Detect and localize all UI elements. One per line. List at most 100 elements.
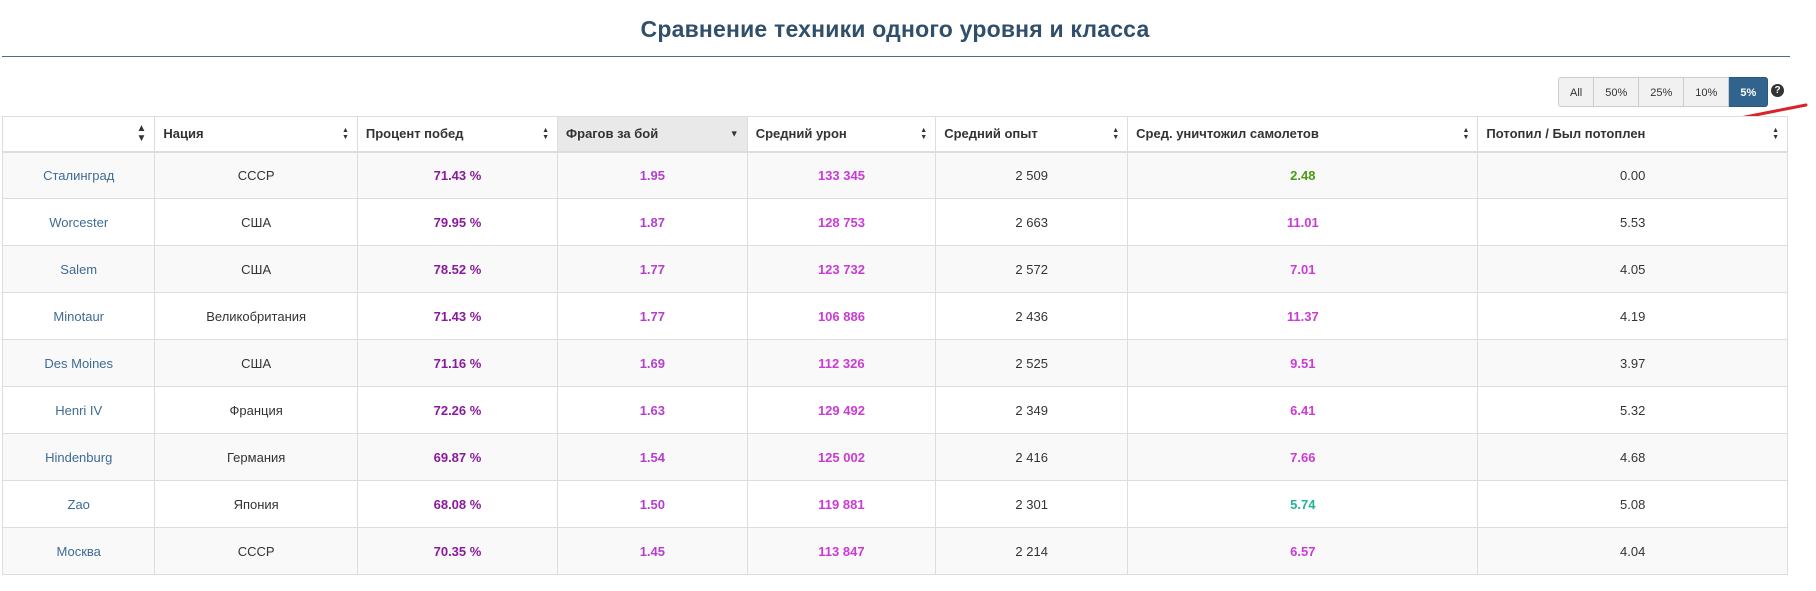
xp-cell: 2 214: [1015, 543, 1048, 559]
column-header-label: Нация: [163, 126, 204, 142]
damage-cell: 128 753: [817, 214, 865, 230]
kd-cell: 4.05: [1620, 261, 1646, 277]
winrate-cell: 69.87 %: [433, 449, 482, 465]
ship-name-link[interactable]: Москва: [57, 544, 101, 559]
frags-cell: 1.54: [557, 433, 748, 481]
damage-cell: 112 326: [746, 339, 937, 387]
damage-cell: 106 886: [817, 308, 865, 324]
xp-cell: 2 436: [1015, 308, 1048, 324]
kd-cell: 3.97: [1620, 355, 1646, 371]
frags-cell: 1.69: [557, 339, 748, 387]
ship-name-link[interactable]: Minotaur: [53, 309, 104, 324]
frags-cell: 1.50: [639, 496, 666, 512]
column-header-ship[interactable]: ▲ ▼: [1, 116, 156, 153]
filter-button-all[interactable]: All: [1558, 77, 1595, 107]
ship-name-cell: Henri IV: [1, 386, 156, 434]
planes-cell: 6.57: [1127, 527, 1479, 575]
column-header-label: Сред. уничтожил самолетов: [1136, 126, 1319, 142]
winrate-cell: 71.43 %: [356, 151, 559, 199]
column-header-winrate[interactable]: Процент побед ▲ ▼: [356, 116, 559, 153]
ship-name-cell: Salem: [1, 245, 156, 293]
ship-name-cell: Des Moines: [1, 339, 156, 387]
ship-name-link[interactable]: Сталинград: [43, 168, 114, 183]
xp-cell: 2 349: [1015, 402, 1048, 418]
ship-name-link[interactable]: Henri IV: [55, 403, 102, 418]
winrate-cell: 79.95 %: [433, 214, 482, 230]
ship-name-link[interactable]: Hindenburg: [45, 450, 112, 465]
xp-cell: 2 509: [1015, 167, 1048, 183]
winrate-cell: 72.26 %: [356, 386, 559, 434]
damage-cell: 113 847: [818, 543, 865, 559]
sort-icon: ▲ ▼: [1462, 126, 1470, 141]
planes-cell: 2.48: [1127, 151, 1479, 199]
ship-name-cell: Zao: [1, 480, 156, 528]
kd-cell: 5.53: [1477, 198, 1788, 246]
table-row: Des Moines США 71.16 % 1.69 112 326 2 525 9.51…: [1, 339, 1788, 387]
damage-cell: 123 732: [817, 261, 865, 277]
nation-cell: Германия: [227, 449, 286, 465]
planes-cell: 7.01: [1290, 261, 1316, 277]
column-header-frags[interactable]: Фрагов за бой ▼: [557, 116, 748, 153]
winrate-cell: 68.08 %: [356, 480, 559, 528]
damage-cell: 119 881: [818, 496, 865, 512]
kd-cell: 3.97: [1477, 339, 1788, 387]
column-header-label: Потопил / Был потоплен: [1486, 126, 1646, 142]
damage-cell: 133 345: [746, 151, 937, 199]
column-header-nation[interactable]: Нация ▲ ▼: [154, 116, 358, 153]
sort-icon: ▲ ▼: [1772, 126, 1779, 141]
xp-cell: 2 436: [935, 292, 1129, 340]
column-header-kd[interactable]: Потопил / Был потоплен ▲ ▼: [1477, 116, 1788, 153]
ship-name-cell: Hindenburg: [1, 433, 156, 481]
planes-cell: 9.51: [1127, 339, 1479, 387]
winrate-cell: 71.43 %: [356, 292, 559, 340]
ship-name-link[interactable]: Salem: [60, 262, 97, 277]
filter-button-50[interactable]: 50%: [1594, 77, 1640, 107]
comparison-table: ▲ ▼ Нация ▲ ▼ Процент побед ▲ ▼ Фрагов за б…: [1, 116, 1788, 575]
table-row: Salem США 78.52 % 1.77 123 732 2 572 7.01 4.05: [1, 245, 1788, 293]
planes-cell: 2.48: [1290, 167, 1316, 183]
kd-cell: 5.53: [1620, 214, 1646, 230]
ship-name-link[interactable]: Zao: [68, 497, 90, 512]
nation-cell: США: [154, 198, 358, 246]
damage-cell: 123 732: [746, 245, 937, 293]
table-row: Сталинград СССР 71.43 % 1.95 133 345 2 509 2.4…: [1, 151, 1788, 199]
xp-cell: 2 416: [1015, 449, 1048, 465]
winrate-cell: 71.16 %: [356, 339, 559, 387]
column-header-planes[interactable]: Сред. уничтожил самолетов ▲ ▼: [1127, 116, 1479, 153]
column-header-xp[interactable]: Средний опыт ▲ ▼: [935, 116, 1129, 153]
xp-cell: 2 663: [1015, 214, 1048, 230]
ship-name-link[interactable]: Des Moines: [44, 356, 113, 371]
damage-cell: 113 847: [746, 527, 937, 575]
table-row: Henri IV Франция 72.26 % 1.63 129 492 2 349 6.…: [1, 386, 1788, 434]
sort-icon: ▲ ▼: [341, 126, 349, 141]
nation-cell: Франция: [229, 402, 283, 418]
frags-cell: 1.77: [557, 292, 748, 340]
filter-button-25[interactable]: 25%: [1639, 77, 1685, 107]
nation-cell: США: [154, 339, 358, 387]
nation-cell: СССР: [154, 151, 358, 199]
xp-cell: 2 416: [935, 433, 1129, 481]
damage-cell: 106 886: [746, 292, 937, 340]
xp-cell: 2 572: [935, 245, 1129, 293]
nation-cell: США: [241, 355, 272, 371]
damage-cell: 125 002: [746, 433, 937, 481]
planes-cell: 5.74: [1127, 480, 1479, 528]
nation-cell: Франция: [154, 386, 358, 434]
column-header-label: Фрагов за бой: [566, 126, 659, 142]
damage-cell: 133 345: [817, 167, 865, 183]
damage-cell: 112 326: [818, 355, 865, 371]
column-header-damage[interactable]: Средний урон ▲ ▼: [746, 116, 937, 153]
winrate-cell: 71.16 %: [433, 355, 482, 371]
page-title: Сравнение техники одного уровня и класса: [640, 16, 1150, 42]
title-divider: [2, 56, 1790, 57]
ship-name-cell: Сталинград: [1, 151, 156, 199]
ship-name-link[interactable]: Worcester: [49, 215, 108, 230]
kd-cell: 0.00: [1477, 151, 1788, 199]
kd-cell: 0.00: [1620, 167, 1646, 183]
xp-cell: 2 214: [935, 527, 1129, 575]
kd-cell: 4.19: [1620, 308, 1646, 324]
table-row: Worcester США 79.95 % 1.87 128 753 2 663 11.01…: [1, 198, 1788, 246]
xp-cell: 2 301: [935, 480, 1129, 528]
question-circle-icon[interactable]: ?: [1771, 84, 1784, 97]
sort-icon: ▲ ▼: [542, 126, 550, 141]
